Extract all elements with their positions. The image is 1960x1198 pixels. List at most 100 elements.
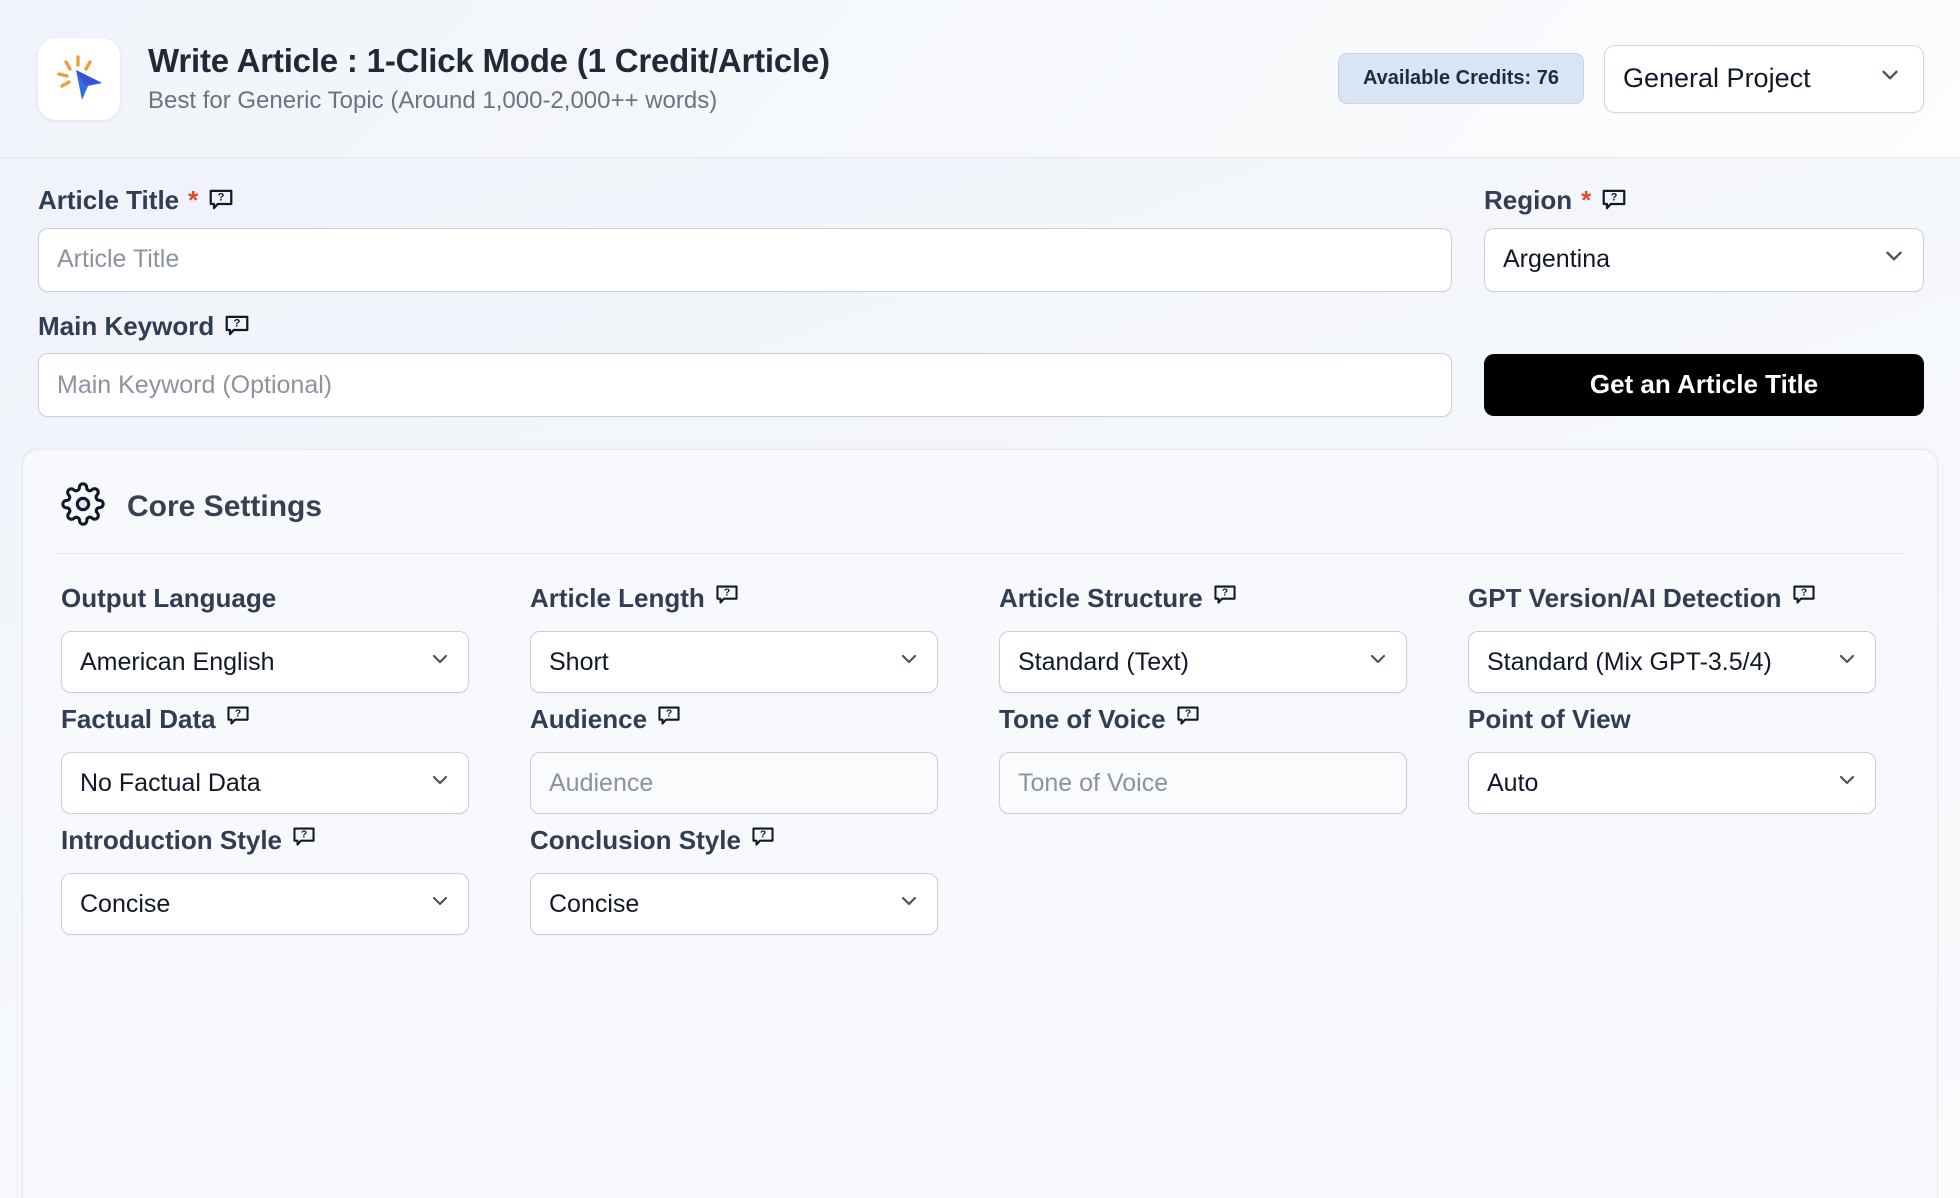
chevron-down-icon: [428, 768, 452, 799]
chevron-down-icon: [1877, 62, 1903, 95]
setting-label: Article Length: [530, 583, 705, 613]
help-bubble-icon[interactable]: ?: [1175, 703, 1201, 729]
gear-icon: [61, 482, 105, 531]
article-title-field: Article Title * ?: [38, 184, 1452, 292]
core-settings-grid: Output Language American English Article…: [53, 554, 1907, 935]
svg-text:?: ?: [760, 830, 766, 841]
help-bubble-icon[interactable]: ?: [750, 824, 776, 850]
get-article-title-field: Get an Article Title: [1484, 353, 1924, 416]
project-selector-value: General Project: [1623, 63, 1811, 93]
svg-text:?: ?: [1184, 709, 1190, 720]
setting-label-row: Introduction Style ?: [61, 824, 500, 862]
setting-label: Tone of Voice: [999, 704, 1166, 734]
setting-label-row: Tone of Voice ?: [999, 703, 1438, 741]
app-logo: [38, 37, 120, 120]
svg-text:?: ?: [1800, 588, 1806, 599]
setting-gpt-version: GPT Version/AI Detection ? Standard (Mix…: [1468, 582, 1907, 693]
article-title-label-row: Article Title * ?: [38, 184, 1452, 217]
header-titles: Write Article : 1-Click Mode (1 Credit/A…: [148, 41, 1338, 116]
grid-empty-cell: [999, 824, 1438, 935]
setting-label: Audience: [530, 704, 648, 734]
chevron-down-icon: [897, 647, 921, 678]
project-selector[interactable]: General Project: [1604, 44, 1924, 113]
required-marker: *: [188, 185, 199, 215]
gpt-version-select[interactable]: Standard (Mix GPT-3.5/4): [1468, 631, 1877, 693]
introduction-style-value: Concise: [80, 889, 171, 918]
setting-article-length: Article Length ? Short: [530, 582, 969, 693]
output-language-value: American English: [80, 647, 275, 676]
setting-label-row: Factual Data ?: [61, 703, 500, 741]
setting-label-row: GPT Version/AI Detection ?: [1468, 582, 1907, 620]
conclusion-style-value: Concise: [549, 889, 640, 918]
setting-label: Point of View: [1468, 704, 1631, 734]
setting-conclusion-style: Conclusion Style ? Concise: [530, 824, 969, 935]
page-subtitle: Best for Generic Topic (Around 1,000-2,0…: [148, 87, 718, 115]
help-bubble-icon[interactable]: ?: [1791, 582, 1817, 608]
article-length-value: Short: [549, 647, 609, 676]
help-bubble-icon[interactable]: ?: [1600, 186, 1628, 214]
article-structure-value: Standard (Text): [1018, 647, 1189, 676]
setting-label-row: Article Structure ?: [999, 582, 1438, 620]
svg-text:?: ?: [301, 830, 307, 841]
grid-empty-cell: [1468, 824, 1907, 935]
setting-label-row: Conclusion Style ?: [530, 824, 969, 862]
svg-text:?: ?: [666, 709, 672, 720]
setting-introduction-style: Introduction Style ? Concise: [61, 824, 500, 935]
region-label-row: Region * ?: [1484, 184, 1924, 217]
svg-text:?: ?: [234, 317, 241, 329]
setting-label: Output Language: [61, 583, 277, 613]
setting-audience: Audience ?: [530, 703, 969, 814]
setting-article-structure: Article Structure ? Standard (Text): [999, 582, 1438, 693]
tone-of-voice-input[interactable]: [999, 752, 1408, 814]
article-structure-select[interactable]: Standard (Text): [999, 631, 1408, 693]
article-length-select[interactable]: Short: [530, 631, 939, 693]
chevron-down-icon: [428, 647, 452, 678]
setting-label: Introduction Style: [61, 825, 282, 855]
svg-text:?: ?: [234, 709, 240, 720]
audience-input[interactable]: [530, 752, 939, 814]
help-bubble-icon[interactable]: ?: [714, 582, 740, 608]
svg-text:?: ?: [1611, 192, 1618, 204]
help-bubble-icon[interactable]: ?: [1212, 582, 1238, 608]
top-form-left-column: Article Title * ? Main Keyword: [38, 184, 1452, 435]
chevron-down-icon: [1835, 768, 1859, 799]
write-article-page: Write Article : 1-Click Mode (1 Credit/A…: [0, 0, 1960, 1198]
setting-label: Article Structure: [999, 583, 1203, 613]
region-select-value: Argentina: [1503, 245, 1611, 273]
main-keyword-label-row: Main Keyword ?: [38, 310, 1452, 343]
available-credits-badge: Available Credits: 76: [1337, 53, 1584, 104]
conclusion-style-select[interactable]: Concise: [530, 873, 939, 935]
top-form-right-column: Region * ? Argentina Get an Article Titl…: [1484, 184, 1924, 435]
main-keyword-input[interactable]: [38, 353, 1452, 417]
get-article-title-button[interactable]: Get an Article Title: [1484, 353, 1924, 416]
help-bubble-icon[interactable]: ?: [207, 186, 235, 214]
setting-tone-of-voice: Tone of Voice ?: [999, 703, 1438, 814]
core-settings-title: Core Settings: [127, 489, 323, 523]
setting-label-row: Audience ?: [530, 703, 969, 741]
svg-text:?: ?: [218, 192, 225, 204]
required-marker: *: [1581, 185, 1592, 215]
setting-label-row: Point of View: [1468, 703, 1907, 741]
page-title: Write Article : 1-Click Mode (1 Credit/A…: [148, 41, 830, 79]
article-title-input[interactable]: [38, 227, 1452, 292]
main-keyword-field: Main Keyword ?: [38, 310, 1452, 417]
region-select[interactable]: Argentina: [1484, 227, 1924, 292]
point-of-view-select[interactable]: Auto: [1468, 752, 1877, 814]
setting-label: Conclusion Style: [530, 825, 741, 855]
factual-data-select[interactable]: No Factual Data: [61, 752, 470, 814]
top-form: Article Title * ? Main Keyword: [0, 158, 1960, 435]
help-bubble-icon[interactable]: ?: [656, 703, 682, 729]
gpt-version-value: Standard (Mix GPT-3.5/4): [1487, 647, 1772, 676]
point-of-view-value: Auto: [1487, 768, 1539, 797]
introduction-style-select[interactable]: Concise: [61, 873, 470, 935]
core-settings-card: Core Settings Output Language American E…: [22, 449, 1938, 1198]
chevron-down-icon: [897, 889, 921, 920]
output-language-select[interactable]: American English: [61, 631, 470, 693]
main-keyword-label: Main Keyword: [38, 310, 215, 341]
svg-text:?: ?: [724, 588, 730, 599]
help-bubble-icon[interactable]: ?: [225, 703, 251, 729]
setting-label: Factual Data: [61, 704, 216, 734]
core-settings-header: Core Settings: [53, 476, 1907, 554]
help-bubble-icon[interactable]: ?: [223, 312, 251, 340]
help-bubble-icon[interactable]: ?: [291, 824, 317, 850]
